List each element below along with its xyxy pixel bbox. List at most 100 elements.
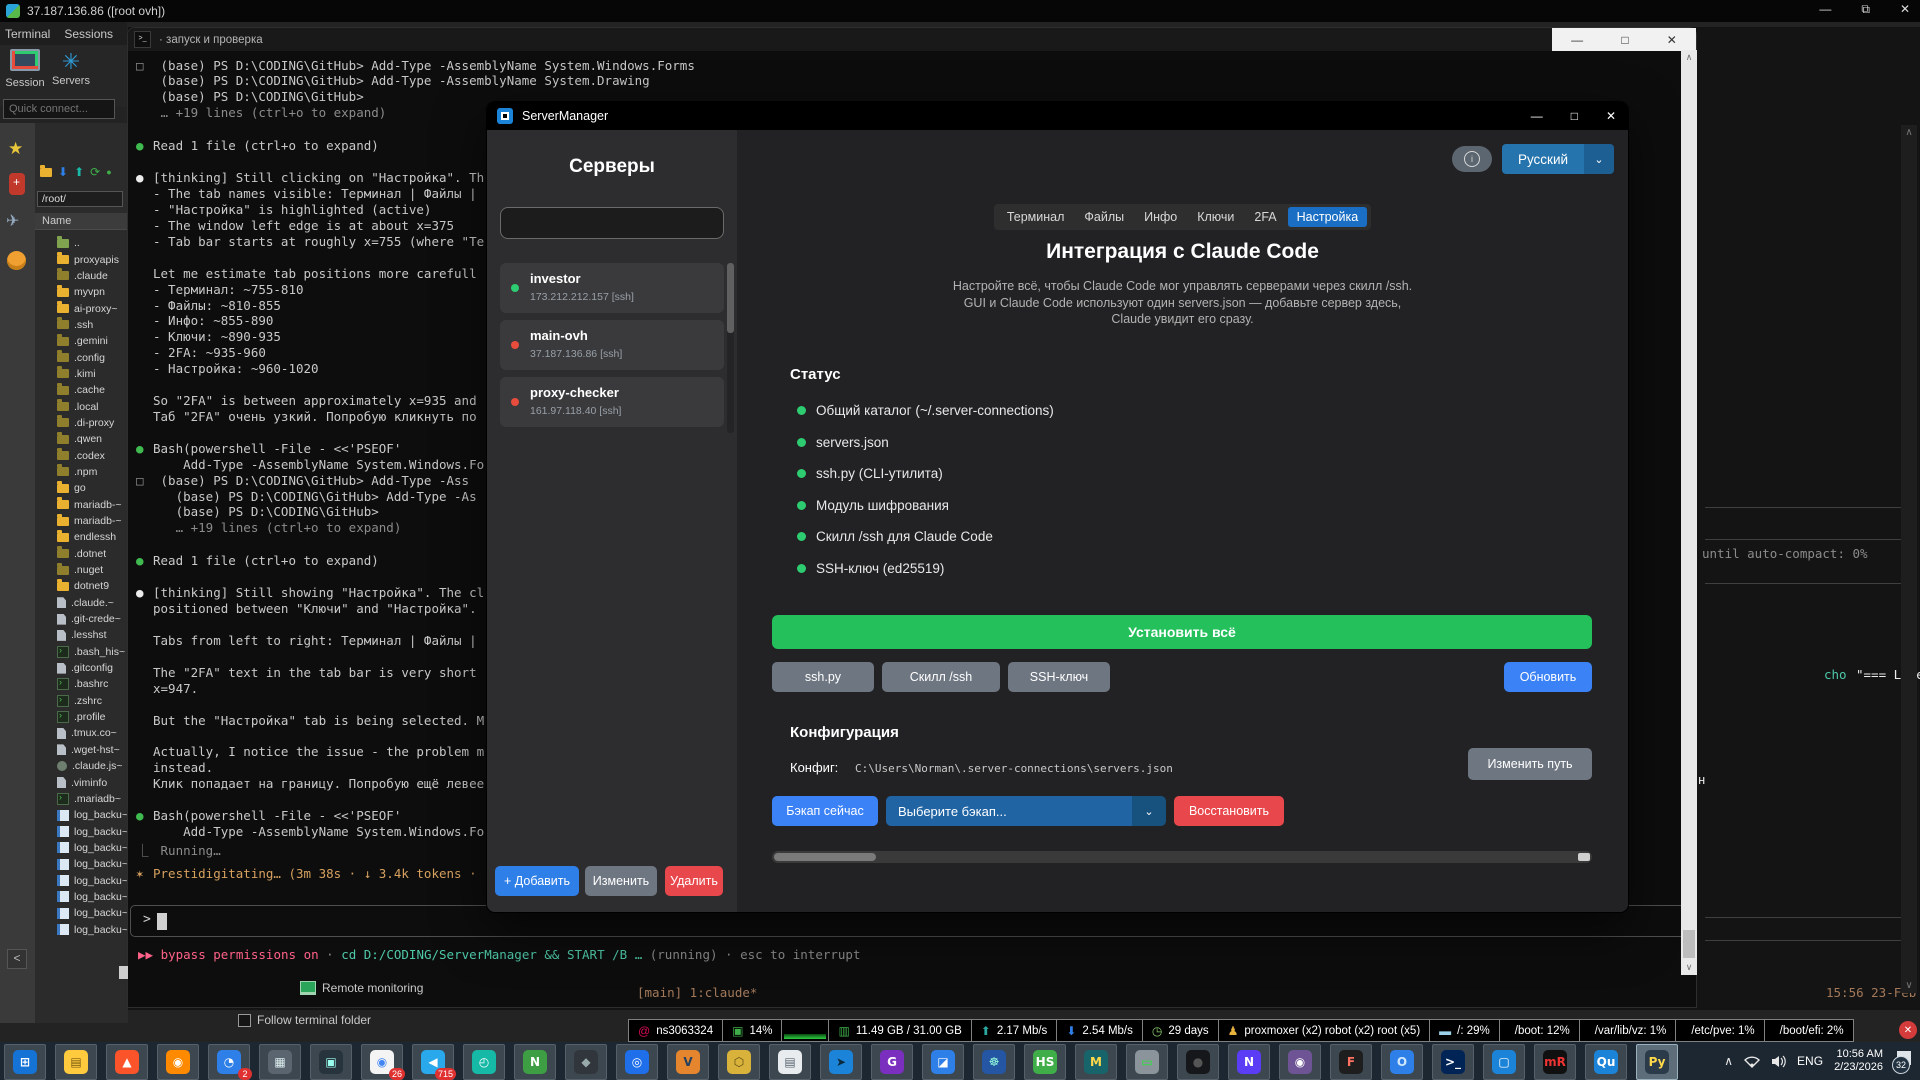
file-row[interactable]: .di-proxy	[35, 415, 128, 431]
server-list-scrollbar[interactable]	[727, 263, 734, 433]
file-row[interactable]: go	[35, 480, 128, 496]
taskbar-app-button[interactable]: F	[1330, 1044, 1372, 1080]
scrollbar-endcap[interactable]	[1578, 853, 1590, 861]
file-row[interactable]: .gemini	[35, 333, 128, 349]
taskbar-app-button[interactable]: ◪	[922, 1044, 964, 1080]
taskbar-app-button[interactable]: Qu	[1585, 1044, 1627, 1080]
file-row[interactable]: myvpn	[35, 284, 128, 300]
close-icon[interactable]: ✕	[1667, 33, 1677, 47]
maximize-icon[interactable]: □	[1621, 33, 1628, 47]
taskbar-app-button[interactable]: ●	[1177, 1044, 1219, 1080]
file-row[interactable]: log_backu~	[35, 889, 128, 905]
file-row[interactable]: dotnet9	[35, 578, 128, 594]
tools-knife-icon[interactable]	[9, 173, 25, 195]
taskbar-app-button[interactable]: ▤	[769, 1044, 811, 1080]
scrollbar-thumb[interactable]	[727, 263, 734, 333]
maximize-icon[interactable]: ⧉	[1861, 2, 1870, 17]
taskbar-app-button[interactable]: M	[1075, 1044, 1117, 1080]
file-row[interactable]: log_backu~	[35, 872, 128, 888]
install-skill-button[interactable]: Скилл /ssh	[882, 662, 1000, 692]
server-list-item[interactable]: main-ovh 37.187.136.86 [ssh]	[500, 320, 724, 370]
volume-icon[interactable]	[1771, 1055, 1786, 1068]
network-globe-icon[interactable]	[7, 251, 26, 270]
taskbar-app-button[interactable]: ➤	[820, 1044, 862, 1080]
tab[interactable]: Ключи	[1188, 207, 1243, 227]
taskbar-app-button[interactable]: mR	[1534, 1044, 1576, 1080]
download-icon[interactable]: ⬇	[58, 165, 68, 179]
favorites-star-icon[interactable]: ★	[8, 139, 23, 159]
tab[interactable]: Инфо	[1135, 207, 1186, 227]
file-row[interactable]: .kimi	[35, 366, 128, 382]
remote-monitoring-toggle[interactable]: Remote monitoring	[300, 981, 423, 995]
file-row[interactable]: .profile	[35, 709, 128, 725]
file-row[interactable]: .ssh	[35, 317, 128, 333]
quick-connect-input[interactable]	[3, 99, 115, 119]
file-row[interactable]: .mariadb~	[35, 791, 128, 807]
language-select[interactable]: Русский ⌄	[1502, 144, 1614, 174]
delete-server-button[interactable]: Удалить	[665, 866, 723, 896]
file-row[interactable]: .git-crede~	[35, 611, 128, 627]
taskbar-app-button[interactable]: Py	[1636, 1044, 1678, 1080]
notification-center-button[interactable]: 32	[1894, 1050, 1916, 1072]
file-row[interactable]: .claude.js~	[35, 758, 128, 774]
close-icon[interactable]: ✕	[1900, 2, 1910, 17]
refresh-button[interactable]: Обновить	[1504, 662, 1592, 692]
refresh-icon[interactable]: ⟳	[90, 165, 100, 179]
servers-button[interactable]: ✳ Servers	[46, 49, 96, 87]
taskbar-app-button[interactable]: ▭	[1126, 1044, 1168, 1080]
menu-sessions[interactable]: Sessions	[64, 27, 113, 41]
file-row[interactable]: ..	[35, 235, 128, 251]
file-row[interactable]: .lesshst	[35, 627, 128, 643]
files-name-header[interactable]: Name	[35, 213, 128, 230]
server-search-input[interactable]	[500, 207, 724, 239]
file-row[interactable]: .dotnet	[35, 546, 128, 562]
taskbar-app-button[interactable]: G	[871, 1044, 913, 1080]
file-row[interactable]: .codex	[35, 447, 128, 463]
file-row[interactable]: .claude	[35, 268, 128, 284]
path-field[interactable]: /root/	[37, 191, 123, 207]
taskbar-app-button[interactable]: ⬡	[718, 1044, 760, 1080]
scrollbar-thumb[interactable]	[1683, 930, 1695, 958]
file-row[interactable]: .wget-hst~	[35, 742, 128, 758]
taskbar-app-button[interactable]: ◴	[463, 1044, 505, 1080]
taskbar-app-button[interactable]: ◉	[157, 1044, 199, 1080]
tab[interactable]: 2FA	[1245, 207, 1285, 227]
add-server-button[interactable]: + Добавить	[495, 866, 579, 896]
backup-select[interactable]: Выберите бэкап... ⌄	[886, 796, 1166, 826]
taskbar-app-button[interactable]: ☸	[973, 1044, 1015, 1080]
info-button[interactable]: i	[1452, 146, 1492, 172]
install-sshkey-button[interactable]: SSH-ключ	[1008, 662, 1110, 692]
taskbar-app-button[interactable]: HS	[1024, 1044, 1066, 1080]
file-row[interactable]: proxyapis	[35, 251, 128, 267]
install-all-button[interactable]: Установить всё	[772, 615, 1592, 649]
minimize-icon[interactable]: —	[1819, 2, 1831, 17]
maximize-icon[interactable]: □	[1571, 109, 1578, 123]
file-row[interactable]: .cache	[35, 382, 128, 398]
taskbar-app-button[interactable]: ▦	[259, 1044, 301, 1080]
taskbar-app-button[interactable]: N	[514, 1044, 556, 1080]
close-icon[interactable]: ✕	[1606, 109, 1616, 123]
scroll-down-icon[interactable]: ∨	[1681, 962, 1697, 973]
scroll-up-icon[interactable]: ∧	[1681, 52, 1697, 63]
taskbar-app-button[interactable]: ◉	[1279, 1044, 1321, 1080]
file-row[interactable]: .npm	[35, 464, 128, 480]
file-row[interactable]: .zshrc	[35, 693, 128, 709]
taskbar-app-button[interactable]: ◎	[616, 1044, 658, 1080]
server-list-item[interactable]: proxy-checker 161.97.118.40 [ssh]	[500, 377, 724, 427]
taskbar-app-button[interactable]: >_	[1432, 1044, 1474, 1080]
scroll-down-icon[interactable]: ∨	[1901, 980, 1917, 991]
taskbar-app-button[interactable]: ◀ 715	[412, 1044, 454, 1080]
taskbar-app-button[interactable]: ◉ 26	[361, 1044, 403, 1080]
terminal-scrollbar[interactable]: ∧ ∨	[1681, 50, 1697, 975]
file-row[interactable]: log_backu~	[35, 823, 128, 839]
taskbar-app-button[interactable]: ▣	[310, 1044, 352, 1080]
upload-icon[interactable]: ⬆	[74, 165, 84, 179]
file-row[interactable]: mariadb-~	[35, 513, 128, 529]
taskbar-app-button[interactable]: ◆	[565, 1044, 607, 1080]
monitor-close-button[interactable]: ✕	[1899, 1021, 1917, 1039]
wifi-icon[interactable]	[1744, 1055, 1760, 1068]
file-row[interactable]: .bashrc	[35, 676, 128, 692]
plane-icon[interactable]: ✈	[6, 211, 19, 231]
taskbar-app-button[interactable]: ▢	[1483, 1044, 1525, 1080]
file-row[interactable]: .viminfo	[35, 774, 128, 790]
